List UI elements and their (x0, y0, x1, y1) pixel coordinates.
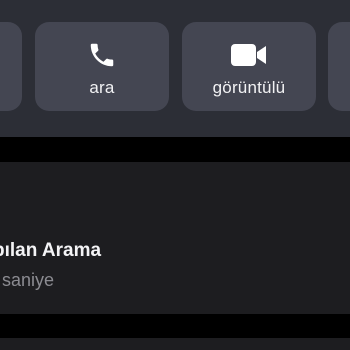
next-section-panel (0, 338, 350, 350)
section-divider (0, 314, 350, 338)
call-duration-text: saniye (2, 270, 55, 290)
video-camera-icon (229, 40, 269, 70)
call-type-title: pılan Arama (0, 240, 102, 261)
call-button-label: ara (89, 78, 115, 97)
video-call-button-label: görüntülü (212, 78, 286, 97)
call-history-panel (0, 162, 350, 314)
video-call-button[interactable]: görüntülü (182, 22, 316, 111)
contact-screen: ara görüntülü pılan Arama saniye (0, 0, 350, 350)
call-button[interactable]: ara (35, 22, 169, 111)
phone-icon (82, 40, 122, 70)
section-divider (0, 137, 350, 162)
previous-action-button[interactable] (0, 22, 22, 111)
next-action-button[interactable] (328, 22, 350, 111)
quick-actions-panel: ara görüntülü (0, 0, 350, 137)
